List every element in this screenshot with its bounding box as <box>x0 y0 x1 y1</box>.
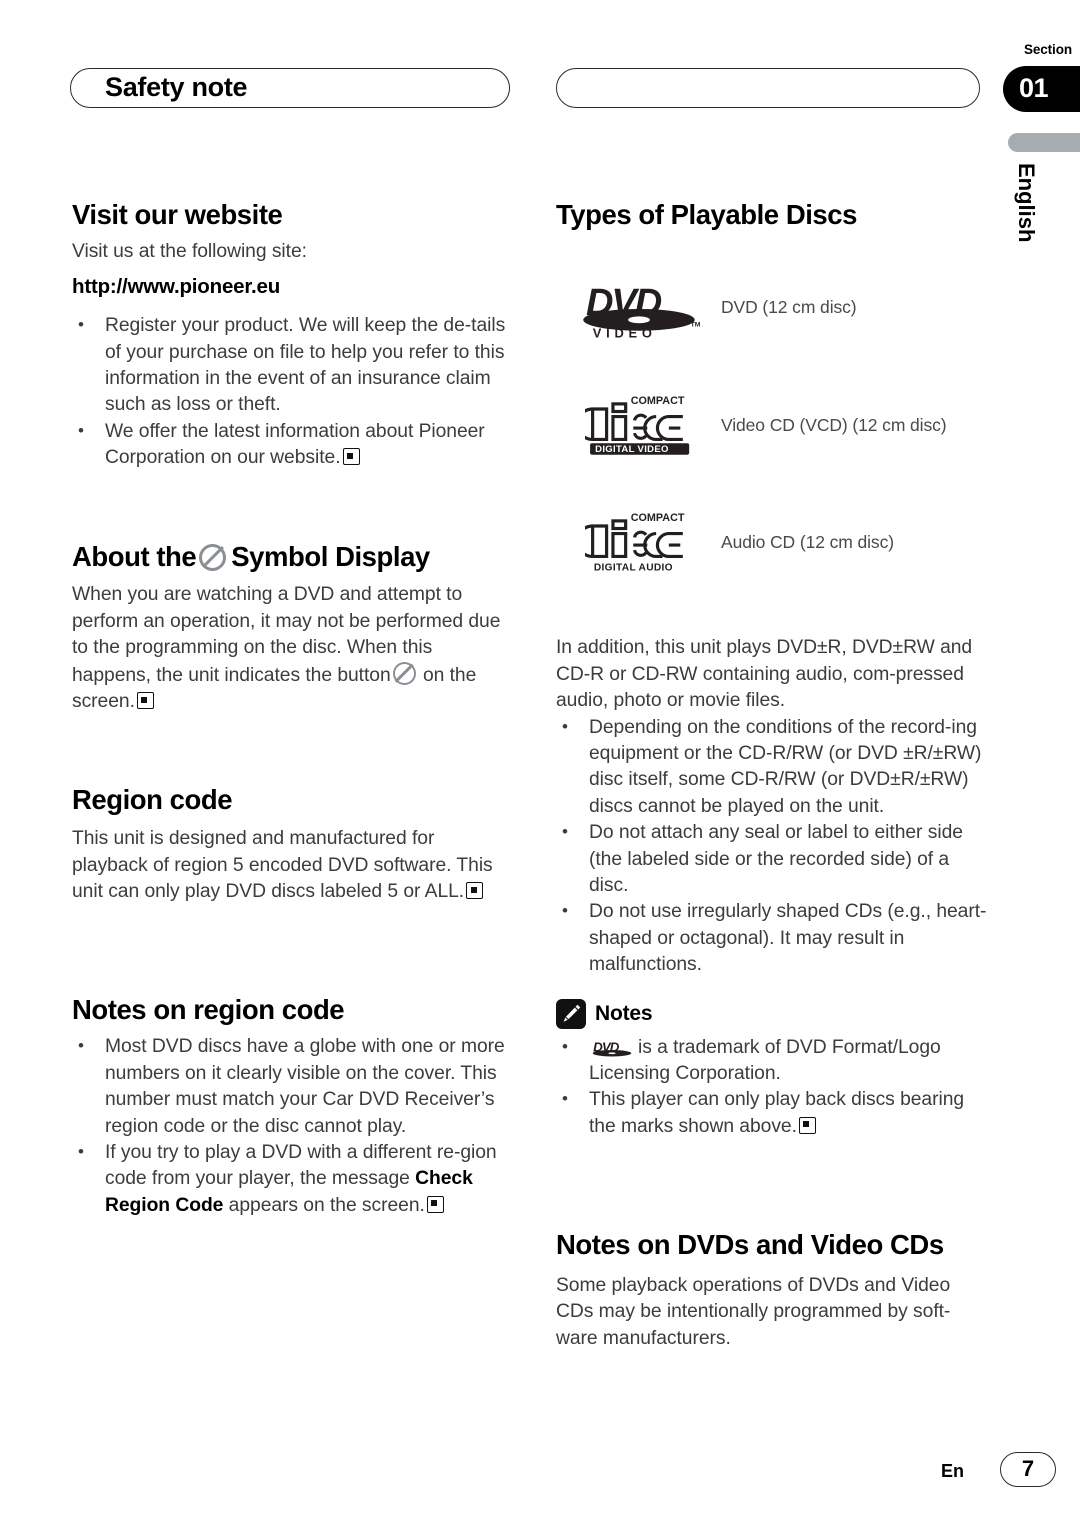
notes-bullet-list: DVD is a trademark of DVD Format/Logo Li… <box>556 1034 990 1141</box>
heading-part-2: Symbol Display <box>231 540 430 572</box>
section-number: 01 <box>1019 72 1049 103</box>
symbol-display-body: When you are watching a DVD and attempt … <box>72 582 512 715</box>
dvd-logo-inline-icon: DVD <box>589 1039 635 1057</box>
playable-discs-bullet-list: Depending on the conditions of the recor… <box>556 714 990 979</box>
list-item: Depending on the conditions of the recor… <box>556 714 990 821</box>
end-of-section-marker-icon <box>466 882 484 900</box>
pioneer-website-url[interactable]: http://www.pioneer.eu <box>72 275 512 299</box>
section-title-pill-right <box>556 68 980 108</box>
svg-text:COMPACT: COMPACT <box>630 395 684 407</box>
list-item: If you try to play a DVD with a differen… <box>72 1139 512 1219</box>
disc-type-row: COMPACT DIGITAL AUDIO Audio CD (12 cm di… <box>556 512 990 573</box>
bullet-text: This player can only play back discs bea… <box>589 1089 965 1137</box>
disc-type-label: Audio CD (12 cm disc) <box>721 532 894 553</box>
list-item: Most DVD discs have a globe with one or … <box>72 1033 512 1140</box>
compact-disc-digital-video-logo-icon: COMPACT DIGITAL VIDEO <box>584 395 693 456</box>
list-item: This player can only play back discs bea… <box>556 1086 990 1140</box>
heading-types-of-playable-discs: Types of Playable Discs <box>556 199 857 230</box>
list-item: Do not use irregularly shaped CDs (e.g.,… <box>556 898 990 978</box>
notes-title: Notes <box>595 1001 653 1025</box>
bullet-text-part-2: appears on the screen. <box>228 1194 425 1216</box>
svg-text:COMPACT: COMPACT <box>630 512 684 524</box>
region-code-body: This unit is designed and manufactured f… <box>72 826 512 905</box>
heading-about-symbol-display: About the Symbol Display <box>72 540 512 573</box>
bullet-text: is a trademark of DVD Format/Logo Licens… <box>589 1036 941 1084</box>
dvd-video-logo-cell: DVD VIDEO TM <box>556 277 721 339</box>
notes-header: Notes <box>556 998 990 1029</box>
svg-text:DVD: DVD <box>593 1039 620 1054</box>
manual-page: Safety note Section 01 English Visit our… <box>0 0 1080 1529</box>
bullet-text: Do not use irregularly shaped CDs (e.g.,… <box>589 901 987 976</box>
end-of-section-marker-icon <box>798 1116 816 1134</box>
notes-on-region-code-list: Most DVD discs have a globe with one or … <box>72 1033 512 1219</box>
heading-region-code: Region code <box>72 784 233 816</box>
bullet-text: Depending on the conditions of the recor… <box>589 716 982 817</box>
compact-disc-digital-audio-logo-icon: COMPACT DIGITAL AUDIO <box>584 512 693 574</box>
section-title-pill-left: Safety note <box>70 68 510 108</box>
list-item: DVD is a trademark of DVD Format/Logo Li… <box>556 1034 990 1088</box>
disc-type-row: DVD VIDEO TM DVD (12 cm disc) <box>556 277 990 339</box>
prohibition-symbol-icon <box>392 661 416 685</box>
svg-text:VIDEO: VIDEO <box>592 325 656 339</box>
svg-text:TM: TM <box>690 321 700 328</box>
list-item: We offer the latest information about Pi… <box>72 418 512 472</box>
list-item: Do not attach any seal or label to eithe… <box>556 819 990 899</box>
page-number-badge: 7 <box>1000 1452 1056 1487</box>
compact-disc-digital-video-logo-cell: COMPACT DIGITAL VIDEO <box>556 395 721 456</box>
website-bullet-list: Register your product. We will keep the … <box>72 312 512 472</box>
prohibition-symbol-icon <box>199 543 227 571</box>
section-title-text: Safety note <box>105 71 248 102</box>
language-tab-label: English <box>1014 163 1039 243</box>
heading-notes-on-dvds-and-video-cds: Notes on DVDs and Video CDs <box>556 1229 944 1261</box>
bullet-text: We offer the latest information about Pi… <box>105 420 485 469</box>
end-of-section-marker-icon <box>136 692 154 710</box>
svg-text:DIGITAL AUDIO: DIGITAL AUDIO <box>593 563 672 574</box>
footer-language-code: En <box>941 1461 965 1481</box>
playable-discs-intro: In addition, this unit plays DVD±R, DVD±… <box>556 637 973 712</box>
dvd-video-logo-icon: DVD VIDEO TM <box>571 277 707 339</box>
right-column: Types of Playable Discs DVD VIDEO TM DVD… <box>556 199 990 1352</box>
svg-text:DVD: DVD <box>585 282 661 324</box>
disc-type-label: DVD (12 cm disc) <box>721 296 857 317</box>
end-of-section-marker-icon <box>342 448 360 466</box>
compact-disc-digital-audio-logo-cell: COMPACT DIGITAL AUDIO <box>556 512 721 573</box>
language-tab-bar <box>1008 133 1080 152</box>
heading-part-1: About the <box>72 540 197 572</box>
end-of-section-marker-icon <box>426 1195 444 1213</box>
region-code-text: This unit is designed and manufactured f… <box>72 828 493 903</box>
heading-notes-on-region-code: Notes on region code <box>72 994 345 1026</box>
section-label: Section <box>1023 42 1072 57</box>
bullet-text: Do not attach any seal or label to eithe… <box>589 822 963 896</box>
list-item: Register your product. We will keep the … <box>72 312 512 419</box>
disc-type-row: COMPACT DIGITAL VIDEO Video CD (VCD) (12… <box>556 395 990 456</box>
section-number-tab: 01 <box>1003 66 1080 112</box>
pencil-icon <box>556 998 586 1029</box>
svg-text:DIGITAL VIDEO: DIGITAL VIDEO <box>595 445 669 456</box>
disc-type-label: Video CD (VCD) (12 cm disc) <box>721 415 947 436</box>
left-column: Visit our website Visit us at the follow… <box>72 199 512 1219</box>
bullet-text: Most DVD discs have a globe with one or … <box>105 1036 505 1137</box>
notes-dvds-vcds-body: Some playback operations of DVDs and Vid… <box>556 1275 951 1349</box>
bullet-text: Register your product. We will keep the … <box>105 315 506 416</box>
heading-visit-our-website: Visit our website <box>72 199 283 230</box>
website-intro-text: Visit us at the following site: <box>72 240 307 262</box>
